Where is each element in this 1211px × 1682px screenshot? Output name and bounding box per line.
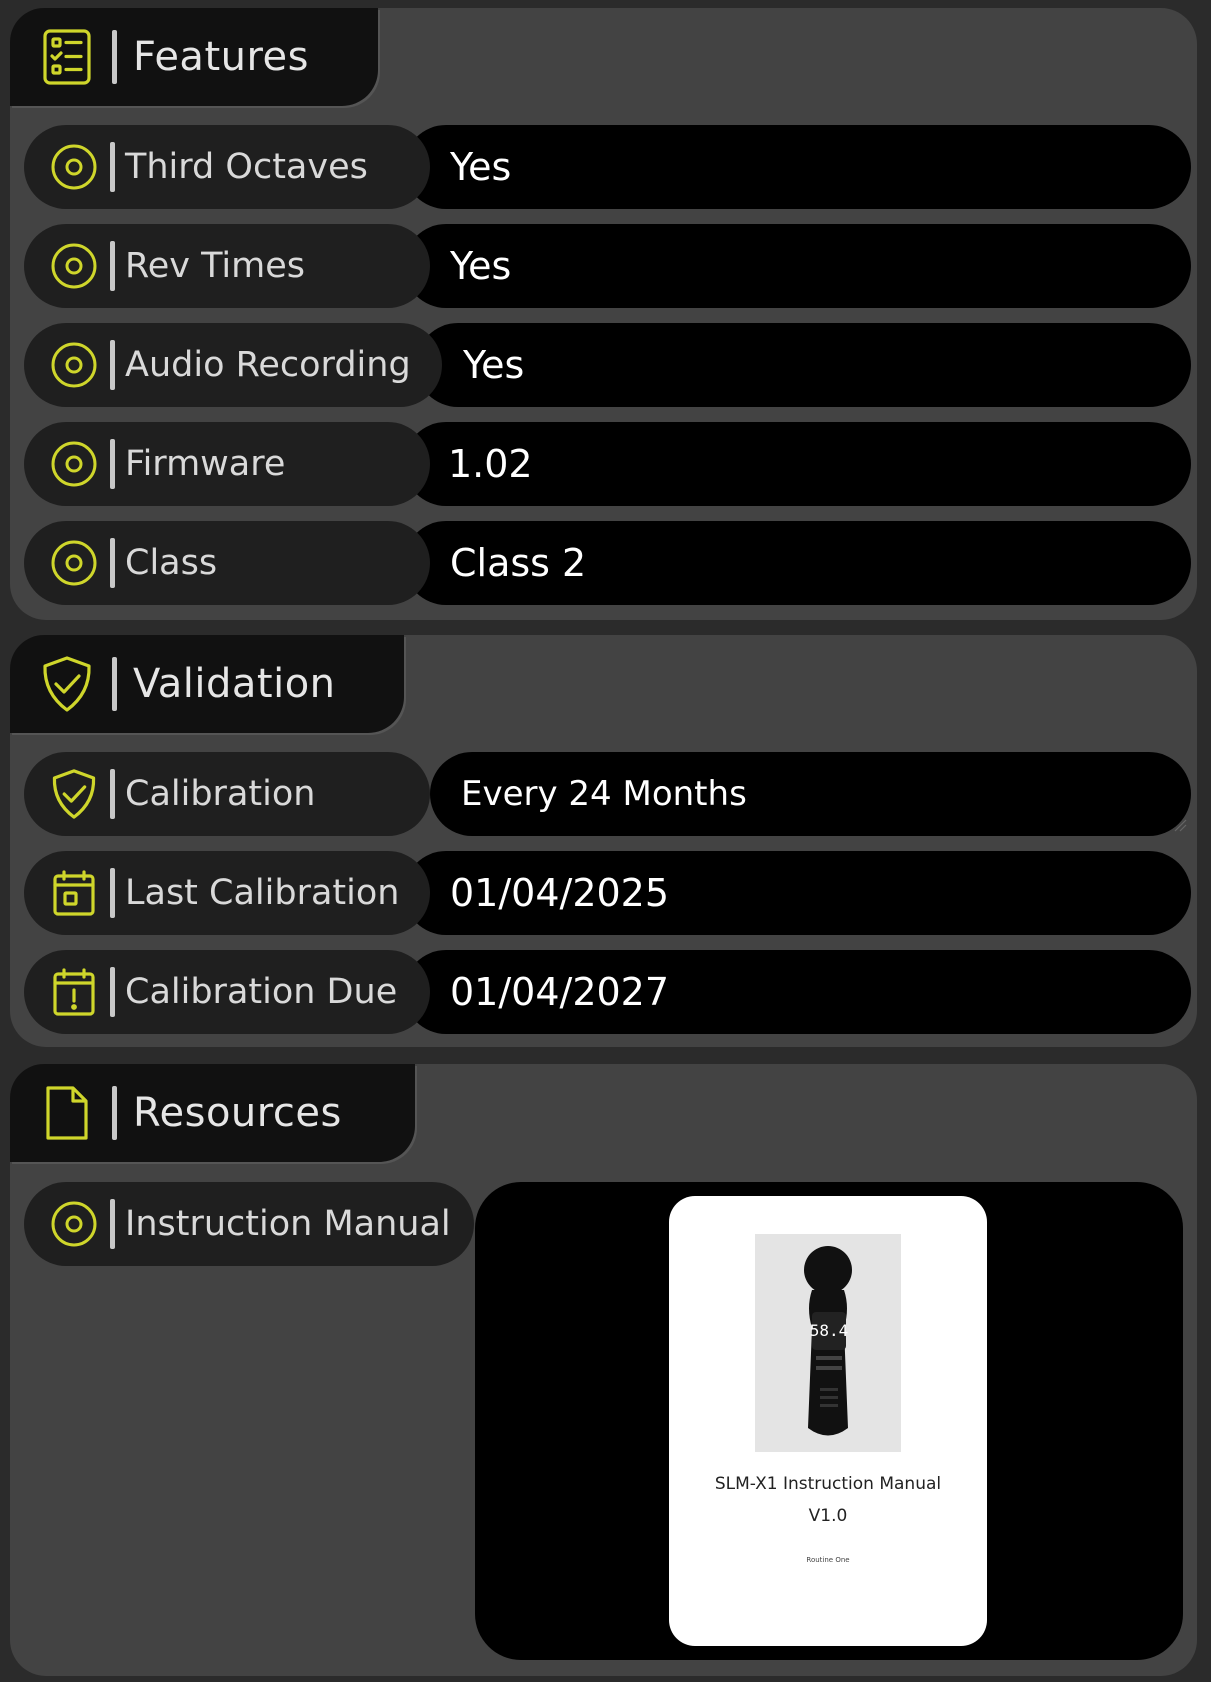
feature-value-text: Class 2: [450, 541, 587, 585]
calendar-icon: [48, 867, 100, 919]
resources-title: Resources: [133, 1090, 342, 1136]
meter-reading-text: 58.4: [810, 1321, 849, 1340]
features-title: Features: [133, 34, 309, 80]
validation-row-last-calibration: Last Calibration 01/04/2025: [24, 851, 1191, 935]
feature-label: Class: [125, 543, 218, 583]
feature-row-audio-recording: Audio Recording Yes: [24, 323, 1191, 407]
target-icon: [48, 240, 100, 292]
shield-check-icon: [48, 768, 100, 820]
features-panel: Features Third Octaves Yes Rev Times Yes: [10, 8, 1197, 620]
target-icon: [48, 438, 100, 490]
feature-value-text: Yes: [450, 244, 512, 288]
feature-row-firmware: Firmware 1.02: [24, 422, 1191, 506]
feature-value-text: Yes: [463, 343, 525, 387]
feature-value: Yes: [416, 323, 1191, 407]
resize-handle-icon[interactable]: [1173, 818, 1187, 832]
features-header: Features: [10, 8, 378, 106]
feature-row-rev-times: Rev Times Yes: [24, 224, 1191, 308]
feature-value: Yes: [404, 125, 1191, 209]
feature-label: Rev Times: [125, 246, 306, 286]
feature-value: 1.02: [404, 422, 1191, 506]
validation-header: Validation: [10, 635, 404, 733]
header-divider: [112, 657, 117, 711]
sound-level-meter-photo: 58.4: [755, 1234, 901, 1452]
checklist-icon: [40, 29, 94, 85]
feature-value-text: Yes: [450, 145, 512, 189]
header-divider: [112, 30, 117, 84]
validation-row-calibration: Calibration Every 24 Months: [24, 752, 1191, 836]
last-calibration-text: 01/04/2025: [450, 871, 670, 915]
last-calibration-value: 01/04/2025: [404, 851, 1191, 935]
validation-title: Validation: [133, 661, 336, 707]
label-divider: [110, 142, 115, 192]
validation-panel: Validation Calibration Every 24 Months L…: [10, 635, 1197, 1047]
resource-label: Instruction Manual: [125, 1204, 451, 1244]
label-divider: [110, 538, 115, 588]
feature-label-pill: Rev Times: [24, 224, 430, 308]
feature-label-pill: Class: [24, 521, 430, 605]
feature-label: Third Octaves: [125, 147, 368, 187]
feature-value-text: 1.02: [448, 442, 533, 486]
feature-value: Class 2: [404, 521, 1191, 605]
target-icon: [48, 339, 100, 391]
validation-label-pill: Calibration: [24, 752, 430, 836]
label-divider: [110, 241, 115, 291]
calibration-due-value: 01/04/2027: [404, 950, 1191, 1034]
manual-title: SLM-X1 Instruction Manual: [714, 1474, 942, 1494]
feature-label-pill: Audio Recording: [24, 323, 442, 407]
label-divider: [110, 439, 115, 489]
label-divider: [110, 967, 115, 1017]
shield-check-icon: [40, 656, 94, 712]
header-divider: [112, 1086, 117, 1140]
validation-label-pill: Calibration Due: [24, 950, 430, 1034]
label-divider: [110, 1199, 115, 1249]
feature-label: Audio Recording: [125, 345, 411, 385]
target-icon: [48, 537, 100, 589]
target-icon: [48, 141, 100, 193]
manual-footer: Routine One: [806, 1556, 850, 1564]
calibration-interval-text: Every 24 Months: [461, 774, 747, 814]
feature-label: Firmware: [125, 444, 286, 484]
feature-label-pill: Third Octaves: [24, 125, 430, 209]
document-icon: [40, 1085, 94, 1141]
resource-row-instruction-manual: Instruction Manual: [24, 1182, 474, 1266]
validation-label: Calibration Due: [125, 972, 398, 1012]
resource-label-pill: Instruction Manual: [24, 1182, 474, 1266]
manual-preview-frame: 58.4 SLM-X1 Instruction Manual V1.0 Rout…: [475, 1182, 1183, 1660]
validation-row-calibration-due: Calibration Due 01/04/2027: [24, 950, 1191, 1034]
feature-row-class: Class Class 2: [24, 521, 1191, 605]
target-icon: [48, 1198, 100, 1250]
feature-value: Yes: [404, 224, 1191, 308]
label-divider: [110, 769, 115, 819]
feature-row-third-octaves: Third Octaves Yes: [24, 125, 1191, 209]
calibration-interval-field[interactable]: Every 24 Months: [430, 752, 1191, 836]
label-divider: [110, 868, 115, 918]
validation-label: Last Calibration: [125, 873, 400, 913]
manual-version: V1.0: [808, 1506, 848, 1526]
label-divider: [110, 340, 115, 390]
calibration-due-text: 01/04/2027: [450, 970, 670, 1014]
instruction-manual-thumbnail[interactable]: 58.4 SLM-X1 Instruction Manual V1.0 Rout…: [669, 1196, 987, 1646]
validation-label-pill: Last Calibration: [24, 851, 430, 935]
resources-header: Resources: [10, 1064, 415, 1162]
feature-label-pill: Firmware: [24, 422, 430, 506]
validation-label: Calibration: [125, 774, 316, 814]
calendar-alert-icon: [48, 966, 100, 1018]
